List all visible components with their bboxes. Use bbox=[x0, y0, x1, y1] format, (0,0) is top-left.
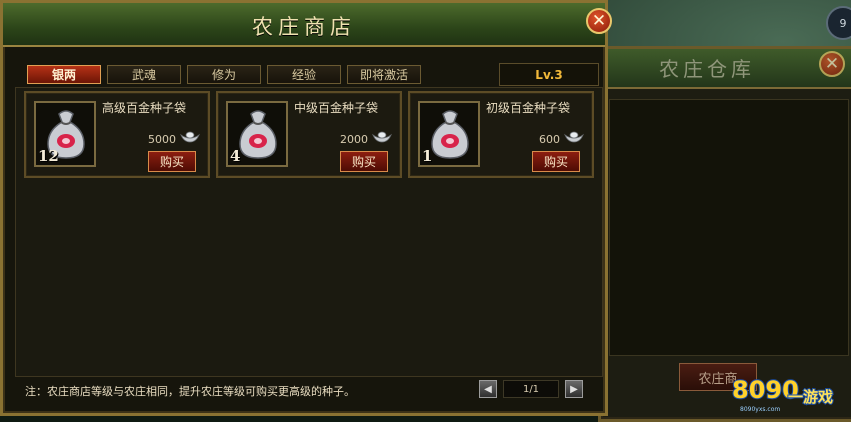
tab-coming-soon[interactable]: 即将激活 bbox=[347, 65, 421, 84]
item-quantity: 1 bbox=[422, 147, 433, 165]
arrow-left-icon[interactable]: ◀ bbox=[479, 380, 497, 398]
warehouse-slot-area bbox=[609, 99, 849, 356]
item-slot[interactable]: 1 bbox=[418, 101, 480, 167]
item-quantity: 12 bbox=[38, 147, 59, 165]
close-icon[interactable]: ✕ bbox=[586, 8, 612, 34]
item-slot[interactable]: 4 bbox=[226, 101, 288, 167]
shop-item-list: 12 高级百金种子袋 5000 购买 4 中级百金种子袋 2000 购买 1 初… bbox=[15, 87, 603, 377]
item-name: 初级百金种子袋 bbox=[486, 101, 571, 115]
8090-logo-watermark: 8090 一游戏 8090yxs.com bbox=[731, 375, 834, 413]
tab-silver[interactable]: 银两 bbox=[27, 65, 101, 84]
shop-item-card: 12 高级百金种子袋 5000 购买 bbox=[24, 91, 210, 178]
item-price: 2000 bbox=[340, 133, 368, 146]
shop-item-card: 1 初级百金种子袋 600 购买 bbox=[408, 91, 594, 178]
buy-button[interactable]: 购买 bbox=[532, 151, 580, 172]
seed-bag-icon bbox=[431, 110, 469, 159]
svg-text:一游戏: 一游戏 bbox=[788, 388, 833, 406]
warehouse-title-bar: 农庄仓库 ✕ bbox=[601, 49, 851, 89]
currency-tabs: 银两 武魂 修为 经验 即将激活 bbox=[27, 65, 421, 84]
item-name: 中级百金种子袋 bbox=[294, 101, 379, 115]
silver-ingot-icon bbox=[564, 131, 584, 143]
shop-level-badge: Lv.3 bbox=[499, 63, 599, 86]
shop-title: 农庄商店 bbox=[252, 15, 356, 39]
silver-ingot-icon bbox=[180, 131, 200, 143]
tab-experience[interactable]: 经验 bbox=[267, 65, 341, 84]
farm-shop-window: 农庄商店 ✕ 银两 武魂 修为 经验 即将激活 Lv.3 12 高级百金种子袋 … bbox=[0, 0, 612, 416]
shop-title-bar: 农庄商店 bbox=[3, 3, 605, 47]
seed-bag-icon bbox=[239, 110, 277, 159]
silver-ingot-icon bbox=[372, 131, 392, 143]
item-quantity: 4 bbox=[230, 147, 241, 165]
warehouse-close-icon[interactable]: ✕ bbox=[819, 51, 845, 77]
page-indicator: 1/1 bbox=[503, 380, 559, 398]
item-name: 高级百金种子袋 bbox=[102, 101, 187, 115]
item-price: 600 bbox=[539, 133, 560, 146]
warehouse-title: 农庄仓库 bbox=[659, 57, 755, 81]
shop-item-card: 4 中级百金种子袋 2000 购买 bbox=[216, 91, 402, 178]
arrow-right-icon[interactable]: ▶ bbox=[565, 380, 583, 398]
shop-note: 注：农庄商店等级与农庄相同，提升农庄等级可购买更高级的种子。 bbox=[25, 385, 355, 398]
tab-martial-soul[interactable]: 武魂 bbox=[107, 65, 181, 84]
tab-cultivation[interactable]: 修为 bbox=[187, 65, 261, 84]
svg-text:8090yxs.com: 8090yxs.com bbox=[740, 406, 780, 413]
item-price: 5000 bbox=[148, 133, 176, 146]
farm-warehouse-panel: 农庄仓库 ✕ 农庄商 bbox=[598, 46, 851, 422]
item-slot[interactable]: 12 bbox=[34, 101, 96, 167]
buy-button[interactable]: 购买 bbox=[340, 151, 388, 172]
buy-button[interactable]: 购买 bbox=[148, 151, 196, 172]
